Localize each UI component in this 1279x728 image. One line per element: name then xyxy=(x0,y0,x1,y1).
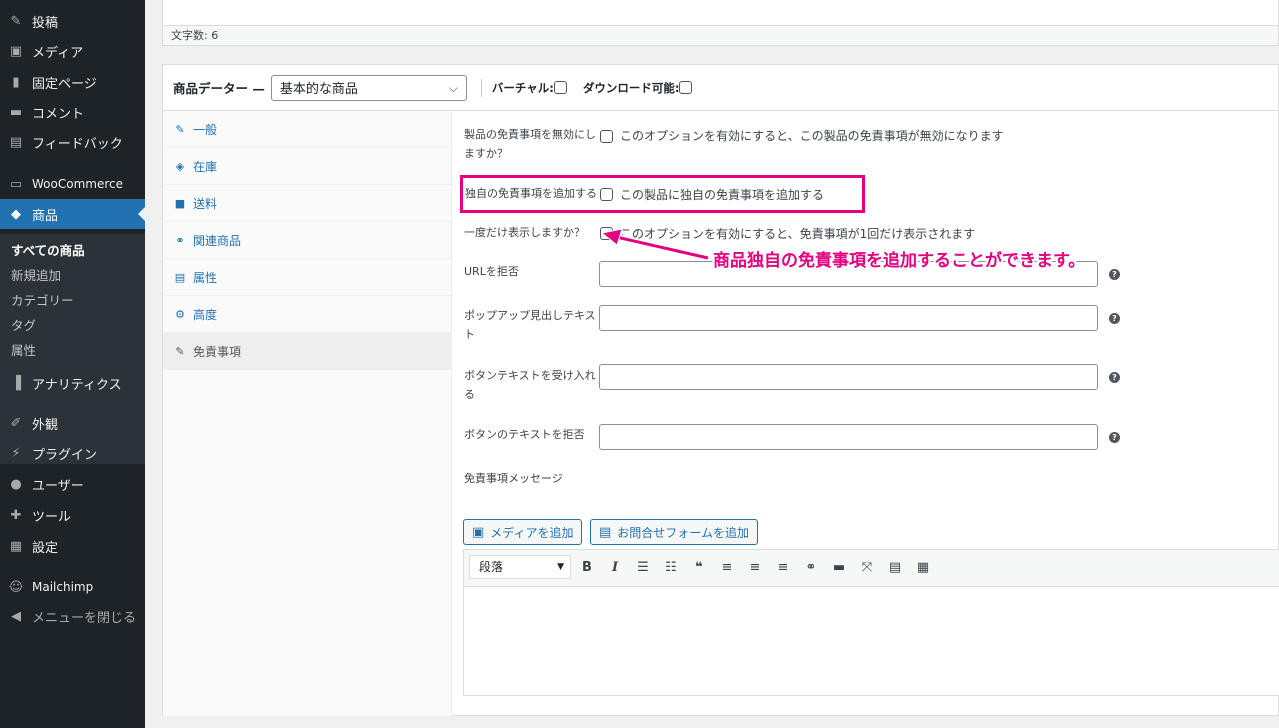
annotation-arrow xyxy=(600,228,709,261)
annotation-text: 商品独自の免責事項を追加することができます。 xyxy=(713,251,1086,271)
